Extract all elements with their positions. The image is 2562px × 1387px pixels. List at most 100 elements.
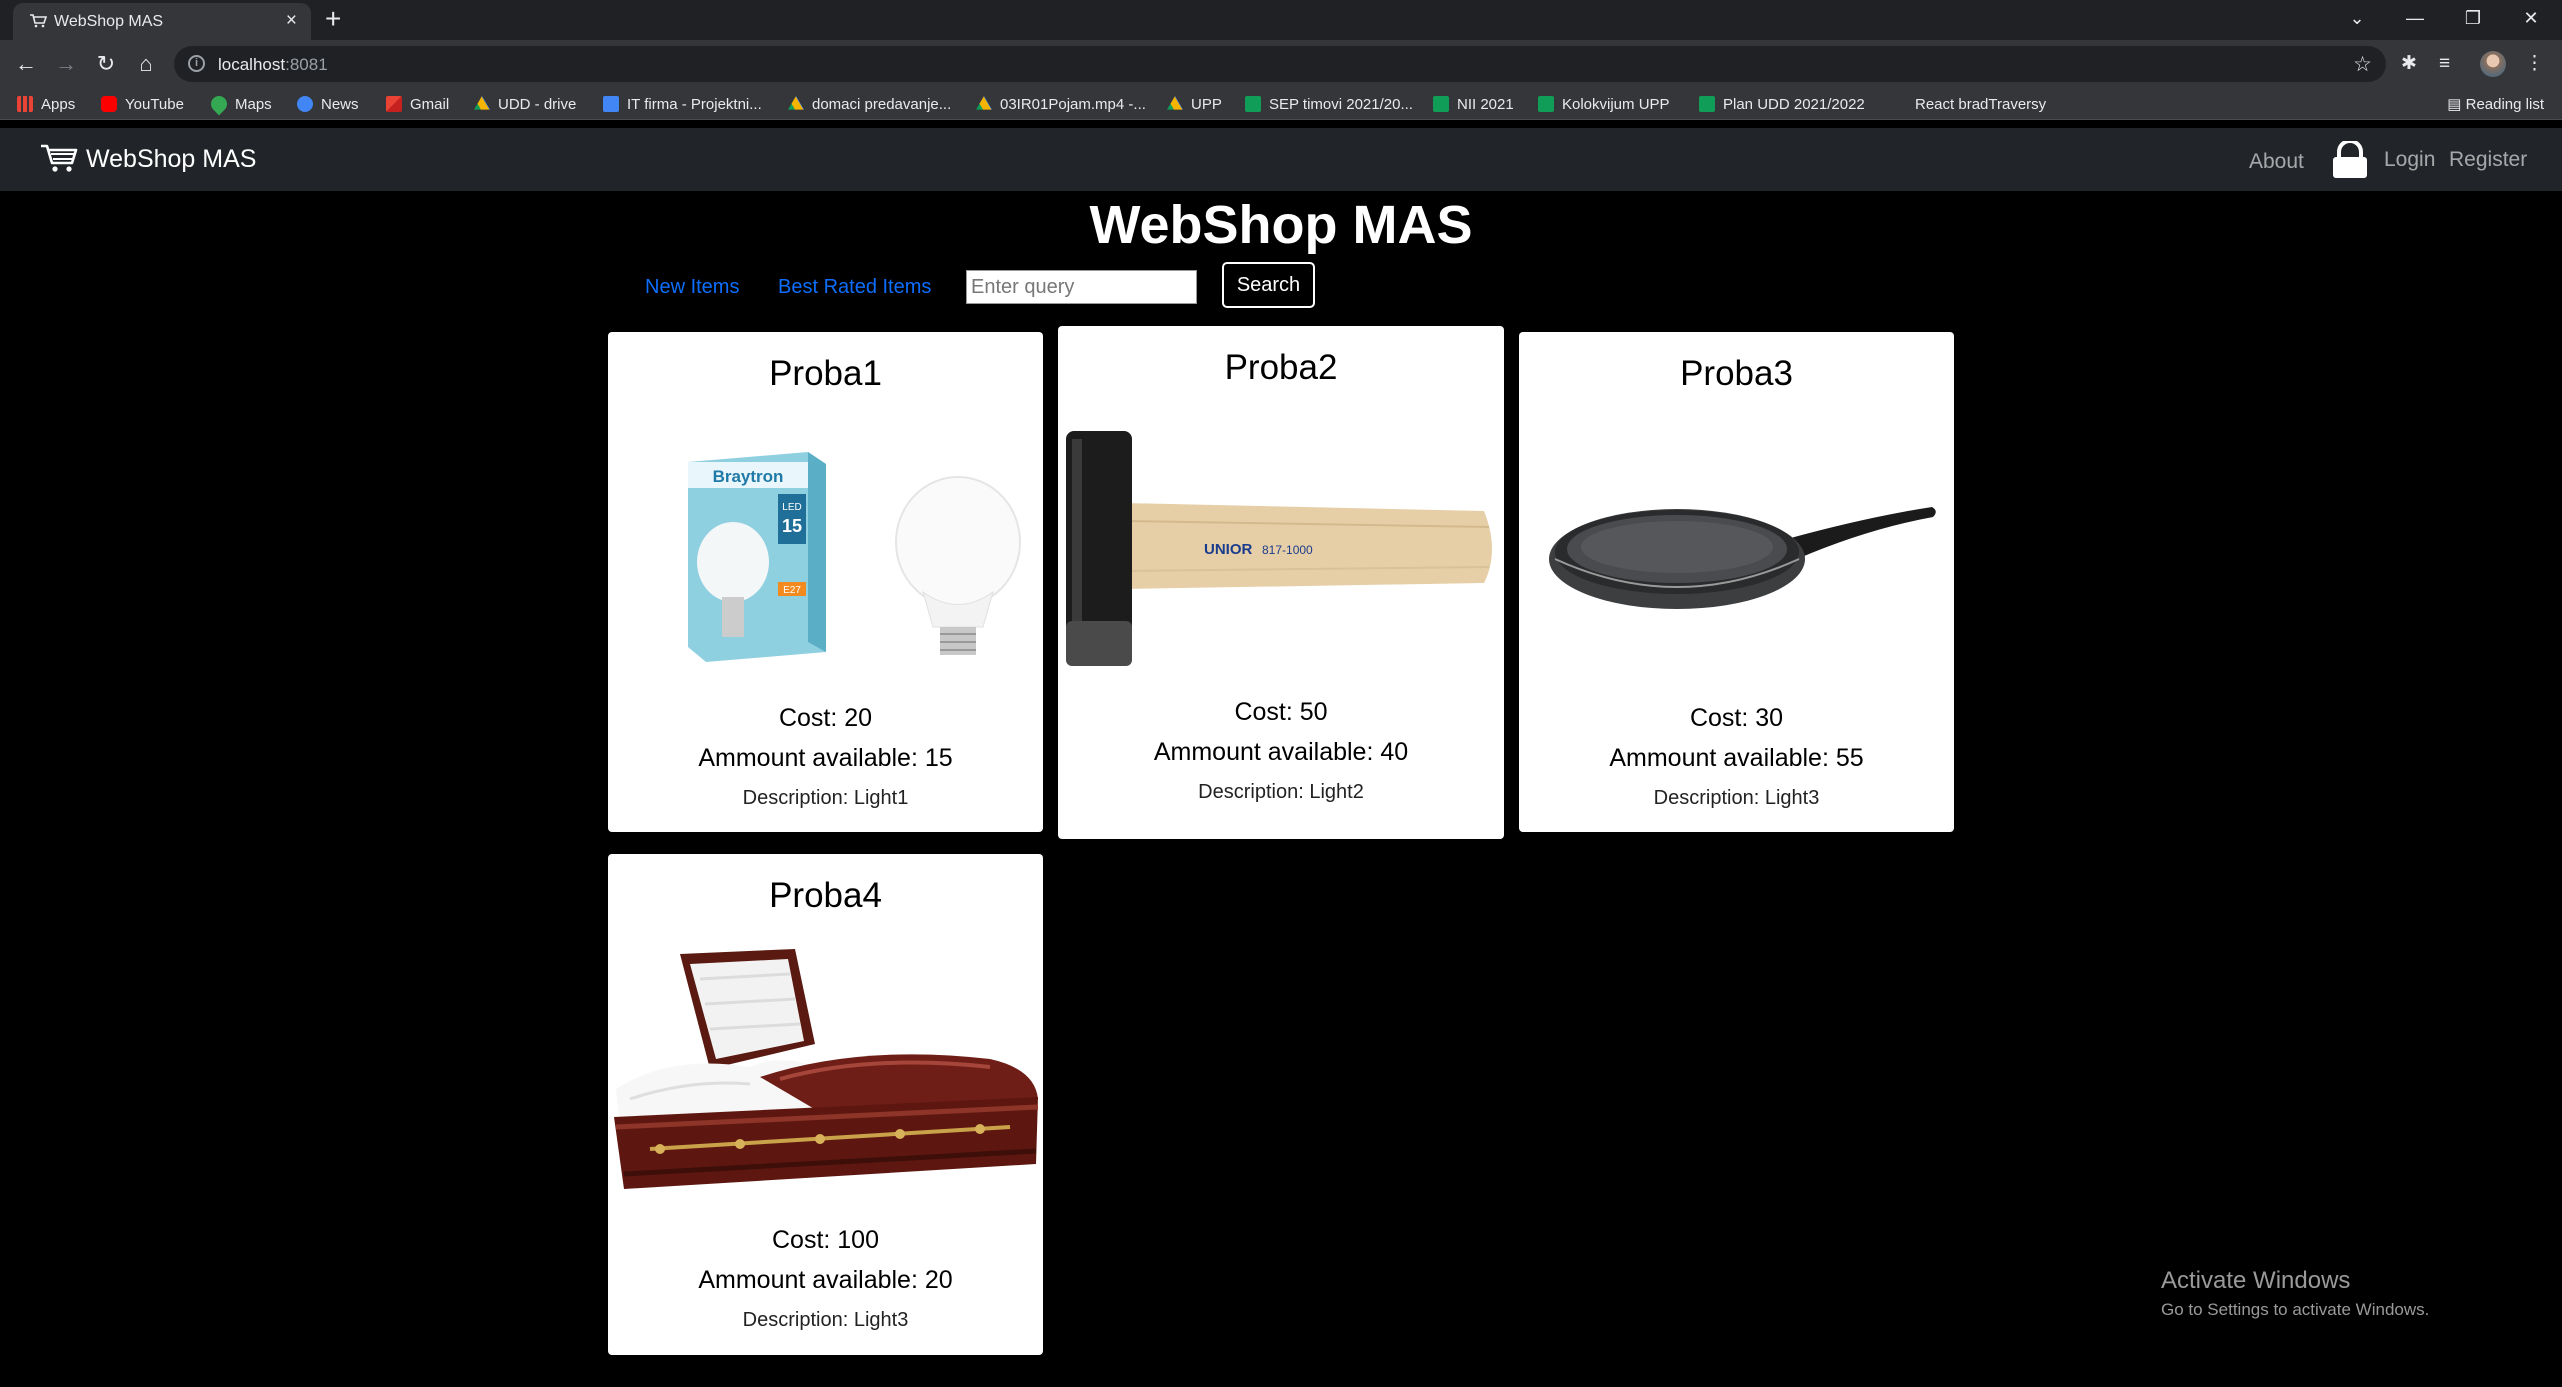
product-card[interactable]: Proba3 Cost: 30 Ammount available: 55 De… [1519, 332, 1954, 832]
site-navbar: WebShop MAS About Login Register [0, 128, 2562, 191]
product-description: Description: Light3 [742, 1309, 909, 1331]
home-icon[interactable]: ⌂ [130, 48, 162, 80]
news-icon [297, 96, 313, 112]
product-description: Description: Light1 [742, 787, 909, 809]
browser-tabstrip: WebShop MAS × + ⌄ — ❐ ✕ [0, 0, 2562, 40]
bookmark-domaci[interactable]: domaci predavanje... [788, 95, 951, 115]
product-amount: Ammount available: 55 [1609, 744, 1864, 772]
media-queue-icon[interactable]: ≡ [2439, 54, 2450, 74]
mallet-code-text: 817-1000 [1262, 543, 1313, 557]
gmail-icon [386, 96, 402, 112]
box-type-text: LED [782, 502, 801, 513]
brand-link[interactable]: WebShop MAS [40, 142, 256, 176]
casket-image [614, 949, 1039, 1189]
profile-avatar[interactable] [2480, 51, 2506, 77]
drive-icon [1167, 96, 1183, 110]
product-name: Proba4 [769, 876, 882, 915]
close-window-button[interactable]: ✕ [2504, 0, 2558, 36]
bookmark-apps[interactable]: Apps [17, 95, 75, 115]
product-description: Description: Light2 [1198, 781, 1364, 803]
drive-icon [474, 96, 490, 110]
sheets-icon [1538, 96, 1554, 112]
bookmark-pojam-mp4[interactable]: 03IR01Pojam.mp4 -... [976, 95, 1146, 115]
reading-list-icon: ▤ [2447, 96, 2466, 113]
site-info-icon[interactable]: i [188, 55, 205, 72]
bookmark-udd-drive[interactable]: UDD - drive [474, 95, 576, 115]
bookmark-youtube[interactable]: YouTube [101, 95, 184, 115]
browser-toolbar: ← → ↻ ⌂ i localhost:8081 ☆ ✱ ≡ ⋮ [0, 40, 2562, 88]
back-arrow-icon[interactable]: ← [10, 48, 42, 80]
maps-icon [207, 92, 231, 116]
sheets-icon [1245, 96, 1261, 112]
bookmark-it-firma[interactable]: IT firma - Projektni... [603, 95, 762, 115]
product-amount: Ammount available: 15 [698, 744, 953, 772]
bookmark-news[interactable]: News [297, 95, 359, 115]
lock-icon [2333, 141, 2367, 178]
new-tab-button[interactable]: + [325, 4, 341, 34]
page-icon [1891, 96, 1907, 112]
product-name: Proba2 [1224, 348, 1338, 387]
mallet-brand-text: UNIOR [1204, 541, 1253, 558]
page-title: WebShop MAS [1089, 195, 1473, 255]
product-card[interactable]: Proba4 Cost: 100 Ammount available: 20 D… [608, 854, 1043, 1355]
forward-arrow-icon[interactable]: → [50, 48, 82, 80]
bookmark-star-icon[interactable]: ☆ [2353, 52, 2372, 77]
new-items-link[interactable]: New Items [645, 272, 739, 302]
extensions-icon[interactable]: ✱ [2401, 54, 2417, 74]
drive-icon [976, 96, 992, 110]
led-bulb-image: Braytron LED 15 E27 [688, 452, 1021, 662]
sheets-icon [1433, 96, 1449, 112]
nav-register-link[interactable]: Register [2449, 146, 2527, 174]
product-cost: Cost: 20 [778, 704, 873, 732]
sheets-icon [1699, 96, 1715, 112]
shopping-cart-icon [41, 144, 78, 172]
product-amount: Ammount available: 20 [698, 1266, 953, 1294]
tab-title: WebShop MAS [54, 13, 164, 30]
activate-windows-subtitle: Go to Settings to activate Windows. [2161, 1300, 2430, 1319]
product-cost: Cost: 50 [1234, 698, 1328, 726]
product-card[interactable]: Proba1 Braytron LED 15 E27 Cost: 20 Ammo… [608, 332, 1043, 832]
box-brand-text: Braytron [713, 467, 784, 486]
box-watt-text: 15 [782, 516, 802, 536]
reload-icon[interactable]: ↻ [90, 48, 122, 80]
menu-dots-icon[interactable]: ⋮ [2525, 54, 2544, 74]
bookmark-sep-timovi[interactable]: SEP timovi 2021/20... [1245, 95, 1413, 115]
product-name: Proba1 [769, 354, 882, 393]
url-text: localhost:8081 [218, 55, 328, 74]
bookmark-plan-udd[interactable]: Plan UDD 2021/2022 [1699, 95, 1865, 115]
best-rated-items-link[interactable]: Best Rated Items [778, 272, 931, 302]
browser-tab[interactable]: WebShop MAS × [13, 3, 311, 40]
reading-list-button[interactable]: ▤ Reading list [2447, 95, 2544, 113]
bookmark-gmail[interactable]: Gmail [386, 95, 449, 115]
mallet-image: UNIOR 817-1000 [1066, 431, 1492, 666]
bookmark-kolokvijum-upp[interactable]: Kolokvijum UPP [1538, 95, 1670, 115]
search-button[interactable]: Search [1222, 262, 1315, 308]
bookmark-nii-2021[interactable]: NII 2021 [1433, 95, 1514, 115]
bookmark-react-brad[interactable]: React bradTraversy [1891, 95, 2046, 115]
drive-icon [788, 96, 804, 110]
activate-windows-title: Activate Windows [2161, 1267, 2351, 1294]
bookmarks-bar: Apps YouTube Maps News Gmail UDD - drive… [0, 88, 2562, 120]
tab-close-icon[interactable]: × [286, 11, 297, 30]
nav-about-link[interactable]: About [2249, 148, 2304, 176]
bookmark-maps[interactable]: Maps [207, 92, 272, 116]
cart-favicon-icon [30, 14, 47, 28]
nav-login-link[interactable]: Login [2384, 146, 2435, 174]
product-description: Description: Light3 [1653, 787, 1820, 809]
activate-windows-watermark: Activate Windows Go to Settings to activ… [2161, 1266, 2429, 1322]
product-cost: Cost: 30 [1689, 704, 1784, 732]
address-bar[interactable]: i localhost:8081 ☆ [174, 46, 2386, 82]
box-socket-text: E27 [783, 585, 801, 596]
tab-search-icon[interactable]: ⌄ [2330, 0, 2384, 36]
product-name: Proba3 [1680, 354, 1793, 393]
product-card[interactable]: Proba2 UNIOR 817-1000 Cost: 50 Ammount a… [1058, 326, 1504, 839]
search-input[interactable] [966, 270, 1197, 304]
apps-grid-icon [17, 96, 33, 112]
product-amount: Ammount available: 40 [1153, 738, 1409, 766]
product-cost: Cost: 100 [771, 1226, 879, 1254]
bookmark-upp[interactable]: UPP [1167, 95, 1222, 115]
docs-icon [603, 96, 619, 112]
minimize-button[interactable]: — [2388, 0, 2442, 36]
youtube-icon [101, 96, 117, 112]
restore-button[interactable]: ❐ [2446, 0, 2500, 36]
